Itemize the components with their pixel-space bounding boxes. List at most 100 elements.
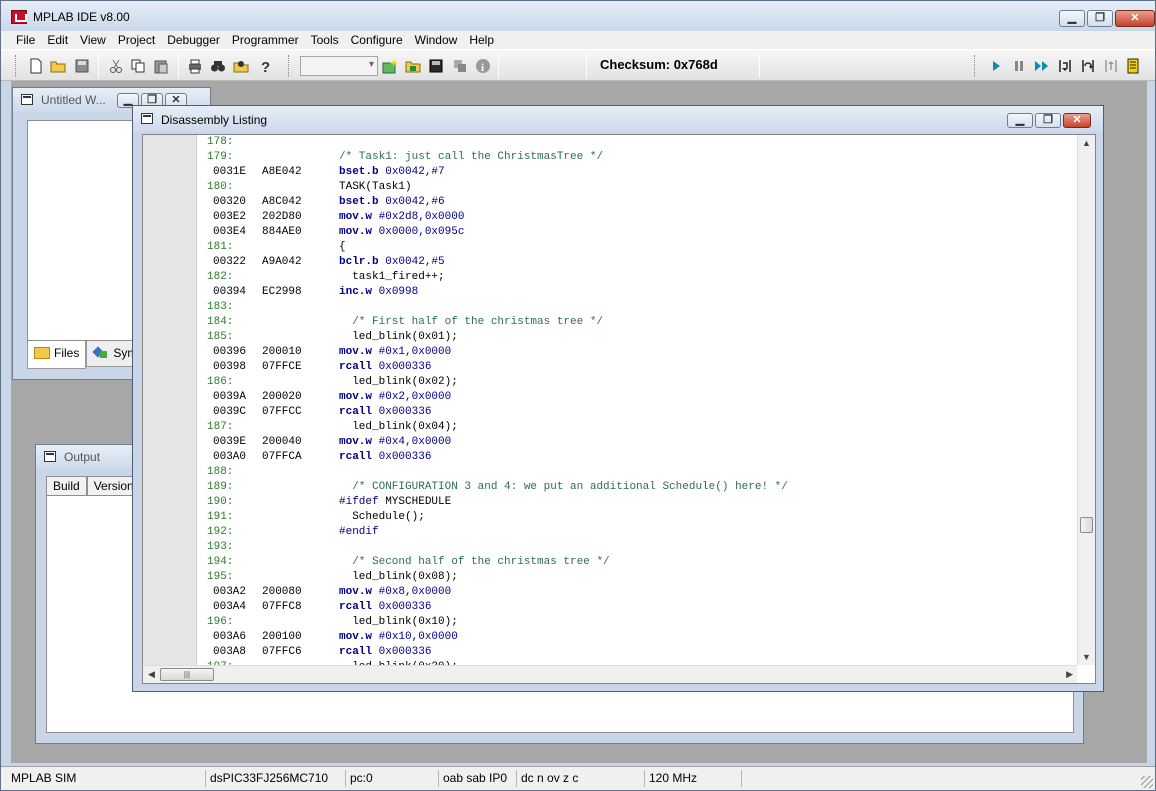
status-flags-2: dc n ov z c [516,770,582,787]
instruction-address: 003A8 [213,646,247,658]
open-project-icon[interactable] [405,58,421,74]
line-number: 179: [207,151,234,163]
save-icon[interactable] [74,58,90,74]
disassembly-minimize-button[interactable]: ▁ [1007,113,1033,128]
status-empty [741,770,841,787]
code-text: mov.w #0x10,0x0000 [339,630,458,645]
paste-icon[interactable] [153,58,169,74]
copy-icon[interactable] [130,58,146,74]
source-code: task1_fired++; [339,271,445,283]
info-icon[interactable]: i [475,58,491,74]
build-config-select[interactable] [300,56,378,76]
disassembly-editor[interactable]: 178: 179: /* Task1: just call the Christma… [142,134,1096,684]
opcode: 202D80 [262,211,302,223]
menu-bar: File Edit View Project Debugger Programm… [1,31,1155,49]
mnemonic: bset.b [339,166,379,178]
line-number: 181: [207,241,234,253]
toolbar-grip[interactable] [974,55,977,77]
restore-button[interactable]: ❐ [1087,10,1113,27]
menu-edit[interactable]: Edit [41,31,74,49]
find-icon[interactable] [210,58,226,74]
instruction-address: 00322 [213,256,247,268]
project-tree[interactable] [27,120,139,341]
operands: #0x2,0x0000 [378,391,452,403]
run-icon[interactable] [988,58,1004,74]
step-into-icon[interactable] [1057,58,1073,74]
scroll-right-arrow-icon[interactable]: ▶ [1066,669,1073,680]
scroll-left-arrow-icon[interactable]: ◀ [148,669,155,680]
instruction-address: 003E4 [213,226,247,238]
menu-window[interactable]: Window [409,31,464,49]
instruction-address: 003A4 [213,601,247,613]
menu-tools[interactable]: Tools [305,31,345,49]
find-in-files-icon[interactable] [233,58,249,74]
menu-configure[interactable]: Configure [345,31,409,49]
scroll-up-arrow-icon[interactable]: ▲ [1082,138,1091,148]
operands: 0x0042,#5 [385,256,445,268]
new-file-icon[interactable] [28,58,44,74]
code-text: led_blink(0x04); [339,420,458,435]
vertical-scrollbar[interactable]: ▲ ▼ [1077,135,1095,665]
new-project-icon[interactable] [382,58,398,74]
disassembly-title-bar[interactable]: Disassembly Listing ▁ ❐ ✕ [133,106,1103,132]
minimize-button[interactable]: ▁ [1059,10,1085,27]
horizontal-scroll-thumb[interactable]: ||| [160,668,214,681]
scroll-down-arrow-icon[interactable]: ▼ [1082,652,1091,662]
toolbar-separator [759,54,760,78]
tab-build[interactable]: Build [46,476,87,495]
code-text: bclr.b 0x0042,#5 [339,255,445,270]
toolbar-grip[interactable] [15,55,18,77]
build-icon[interactable] [452,58,468,74]
operands: 0x000336 [378,451,432,463]
instruction-address: 003A6 [213,631,247,643]
code-text: rcall 0x000336 [339,645,431,660]
code-text: mov.w #0x2,0x0000 [339,390,451,405]
menu-debugger[interactable]: Debugger [161,31,226,49]
toolbar-separator [98,54,99,78]
mnemonic: mov.w [339,346,373,358]
reset-icon[interactable] [1126,58,1142,74]
halt-icon[interactable] [1011,58,1027,74]
print-icon[interactable] [187,58,203,74]
step-out-icon[interactable] [1103,58,1119,74]
cut-icon[interactable] [108,58,124,74]
code-text: /* First half of the christmas tree */ [339,315,603,330]
instruction-address: 00320 [213,196,247,208]
toolbar: ? i Checksum: 0x768d [1,49,1155,81]
code-comment: /* Second half of the christmas tree */ [339,556,610,568]
code-text: mov.w #0x1,0x0000 [339,345,451,360]
horizontal-scrollbar[interactable]: ◀ ||| ▶ [143,665,1077,683]
save-project-icon[interactable] [428,58,444,74]
code-text: mov.w #0x2d8,0x0000 [339,210,464,225]
opcode: 07FFC8 [262,601,302,613]
menu-view[interactable]: View [74,31,112,49]
editor-gutter[interactable] [143,135,197,665]
disassembly-code[interactable]: 178: 179: /* Task1: just call the Christma… [197,135,1077,665]
operands: 0x000336 [378,406,432,418]
operands: 0x0000,0x095c [378,226,465,238]
window-icon [21,94,33,105]
animate-icon[interactable] [1034,58,1050,74]
opcode: A8E042 [262,166,302,178]
code-text: mov.w 0x0000,0x095c [339,225,464,240]
code-text: mov.w #0x8,0x0000 [339,585,451,600]
help-icon[interactable]: ? [257,58,273,74]
close-button[interactable]: ✕ [1115,10,1155,27]
tab-files[interactable]: Files [27,341,87,369]
title-bar[interactable]: MPLAB IDE v8.00 ▁ ❐ ✕ [1,1,1155,31]
menu-help[interactable]: Help [463,31,500,49]
code-comment: /* First half of the christmas tree */ [339,316,604,328]
disassembly-maximize-button[interactable]: ❐ [1035,113,1061,128]
line-number: 185: [207,331,234,343]
menu-project[interactable]: Project [112,31,161,49]
line-number: 193: [207,541,234,553]
resize-grip[interactable] [1141,776,1153,788]
menu-file[interactable]: File [10,31,41,49]
vertical-scroll-thumb[interactable] [1080,517,1093,533]
open-folder-icon[interactable] [50,58,66,74]
svg-text:?: ? [261,59,270,74]
step-over-icon[interactable] [1080,58,1096,74]
menu-programmer[interactable]: Programmer [226,31,305,49]
toolbar-grip[interactable] [288,55,291,77]
disassembly-close-button[interactable]: ✕ [1063,113,1091,128]
